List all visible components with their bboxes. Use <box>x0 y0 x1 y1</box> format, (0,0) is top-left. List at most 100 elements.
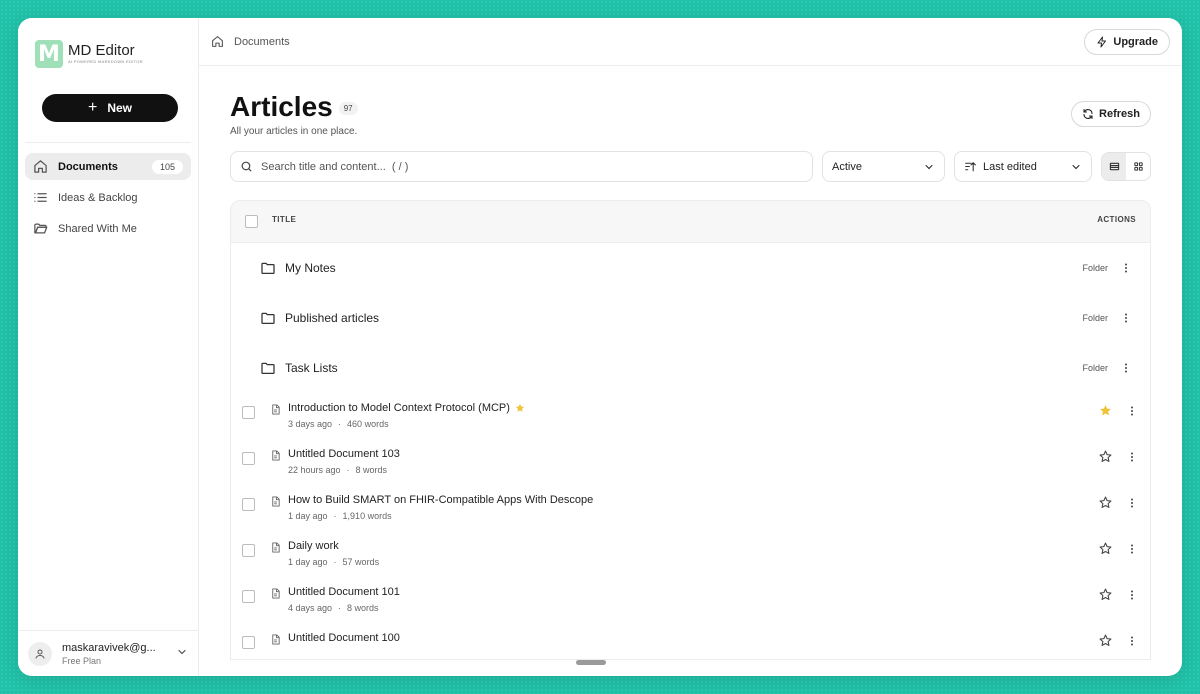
folder-open-icon <box>33 221 49 237</box>
refresh-button[interactable]: Refresh <box>1071 101 1151 127</box>
topbar: Documents Upgrade <box>199 18 1182 66</box>
table-row[interactable]: Daily work 1 day ago · 57 words <box>231 531 1150 577</box>
more-vertical-icon[interactable] <box>1126 451 1138 463</box>
document-word-count: 460 words <box>347 419 389 429</box>
sidebar-item-ideas-backlog[interactable]: Ideas & Backlog <box>25 184 191 211</box>
sort-select[interactable]: Last edited <box>954 151 1092 182</box>
row-checkbox[interactable] <box>242 544 255 557</box>
table-view-icon[interactable] <box>1102 153 1126 180</box>
more-vertical-icon[interactable] <box>1120 262 1132 274</box>
chevron-down-icon <box>1070 161 1082 173</box>
new-button[interactable]: + New <box>42 94 178 122</box>
favorite-star-outline-icon[interactable] <box>1099 542 1112 555</box>
user-plan: Free Plan <box>62 655 102 666</box>
more-vertical-icon[interactable] <box>1120 362 1132 374</box>
status-select-value: Active <box>832 160 862 173</box>
sidebar-divider <box>25 142 191 143</box>
chevron-down-icon[interactable] <box>176 645 188 663</box>
search-box[interactable] <box>230 151 813 182</box>
document-icon <box>270 542 281 553</box>
sidebar-item-shared-with-me[interactable]: Shared With Me <box>25 215 191 242</box>
breadcrumb: Documents <box>211 35 290 48</box>
folder-type-label: Folder <box>1082 313 1108 323</box>
user-avatar-icon <box>28 641 52 666</box>
document-title[interactable]: Untitled Document 101 <box>288 586 400 598</box>
folder-row-published-articles[interactable]: Published articles Folder <box>231 293 1150 343</box>
sidebar-item-documents[interactable]: Documents 105 <box>25 153 191 180</box>
search-input[interactable] <box>261 160 803 173</box>
favorite-star-outline-icon[interactable] <box>1099 496 1112 509</box>
status-select[interactable]: Active <box>822 151 945 182</box>
document-icon <box>270 588 281 599</box>
table-header: TITLE ACTIONS <box>231 201 1150 243</box>
table-row[interactable]: Untitled Document 103 22 hours ago · 8 wor… <box>231 439 1150 485</box>
row-checkbox[interactable] <box>242 452 255 465</box>
document-title[interactable]: Untitled Document 103 <box>288 448 400 460</box>
logo[interactable]: M MD Editor AI POWERED MARKDOWN EDITOR <box>18 18 198 70</box>
column-header-actions: ACTIONS <box>1097 215 1136 224</box>
more-vertical-icon[interactable] <box>1120 312 1132 324</box>
document-edited-time: 3 days ago <box>288 419 333 429</box>
folder-icon <box>260 310 276 326</box>
favorite-star-icon[interactable] <box>1099 404 1112 417</box>
folder-name: My Notes <box>285 261 336 275</box>
document-title[interactable]: Daily work <box>288 540 339 552</box>
upgrade-button[interactable]: Upgrade <box>1084 28 1170 55</box>
more-vertical-icon[interactable] <box>1126 405 1138 417</box>
home-icon <box>33 159 49 175</box>
refresh-icon <box>1082 108 1094 120</box>
folder-name: Task Lists <box>285 361 338 375</box>
document-title[interactable]: Untitled Document 100 <box>288 632 400 644</box>
more-vertical-icon[interactable] <box>1126 543 1138 555</box>
select-all-checkbox[interactable] <box>245 215 258 228</box>
more-vertical-icon[interactable] <box>1126 589 1138 601</box>
row-checkbox[interactable] <box>242 406 255 419</box>
scroll-handle[interactable] <box>576 660 606 665</box>
document-title[interactable]: How to Build SMART on FHIR-Compatible Ap… <box>288 494 593 506</box>
grid-view-icon[interactable] <box>1126 153 1150 180</box>
view-toggle <box>1101 152 1151 181</box>
favorite-star-outline-icon[interactable] <box>1099 450 1112 463</box>
chevron-down-icon <box>923 161 935 173</box>
user-email: maskaravivek@g... <box>62 641 156 654</box>
more-vertical-icon[interactable] <box>1126 635 1138 647</box>
folder-row-my-notes[interactable]: My Notes Folder <box>231 243 1150 293</box>
row-checkbox[interactable] <box>242 498 255 511</box>
breadcrumb-documents[interactable]: Documents <box>234 36 290 48</box>
main-content: Documents Upgrade Articles 97 All your a… <box>199 18 1182 676</box>
articles-count-badge: 97 <box>338 101 358 115</box>
document-icon <box>270 404 281 415</box>
app-name: MD Editor <box>68 42 135 59</box>
sidebar-item-label: Shared With Me <box>58 222 137 235</box>
column-header-title: TITLE <box>272 215 297 224</box>
upgrade-label: Upgrade <box>1113 35 1158 48</box>
folder-type-label: Folder <box>1082 263 1108 273</box>
favorite-star-outline-icon[interactable] <box>1099 588 1112 601</box>
logo-mark-icon: M <box>35 40 63 68</box>
document-word-count: 1,910 words <box>342 511 392 521</box>
document-word-count: 8 words <box>355 465 388 475</box>
document-edited-time: 22 hours ago <box>288 465 341 475</box>
document-icon <box>270 634 281 645</box>
table-row[interactable]: Untitled Document 100 <box>231 623 1150 659</box>
table-row[interactable]: Introduction to Model Context Protocol (… <box>231 393 1150 439</box>
filter-bar: Active Last edited <box>230 151 1151 182</box>
new-button-label: New <box>107 101 133 115</box>
more-vertical-icon[interactable] <box>1126 497 1138 509</box>
document-edited-time: 4 days ago <box>288 603 333 613</box>
row-checkbox[interactable] <box>242 590 255 603</box>
table-row[interactable]: Untitled Document 101 4 days ago · 8 words <box>231 577 1150 623</box>
folder-row-task-lists[interactable]: Task Lists Folder <box>231 343 1150 393</box>
row-checkbox[interactable] <box>242 636 255 649</box>
document-edited-time: 1 day ago <box>288 511 328 521</box>
sort-icon <box>964 160 977 173</box>
document-icon <box>270 450 281 461</box>
table-row[interactable]: How to Build SMART on FHIR-Compatible Ap… <box>231 485 1150 531</box>
home-icon[interactable] <box>211 35 224 48</box>
favorite-star-outline-icon[interactable] <box>1099 634 1112 647</box>
sidebar-item-label: Ideas & Backlog <box>58 191 138 204</box>
sidebar-item-label: Documents <box>58 160 118 173</box>
user-menu[interactable]: maskaravivek@g... Free Plan <box>18 630 198 676</box>
refresh-label: Refresh <box>1099 108 1140 120</box>
document-title[interactable]: Introduction to Model Context Protocol (… <box>288 402 510 414</box>
